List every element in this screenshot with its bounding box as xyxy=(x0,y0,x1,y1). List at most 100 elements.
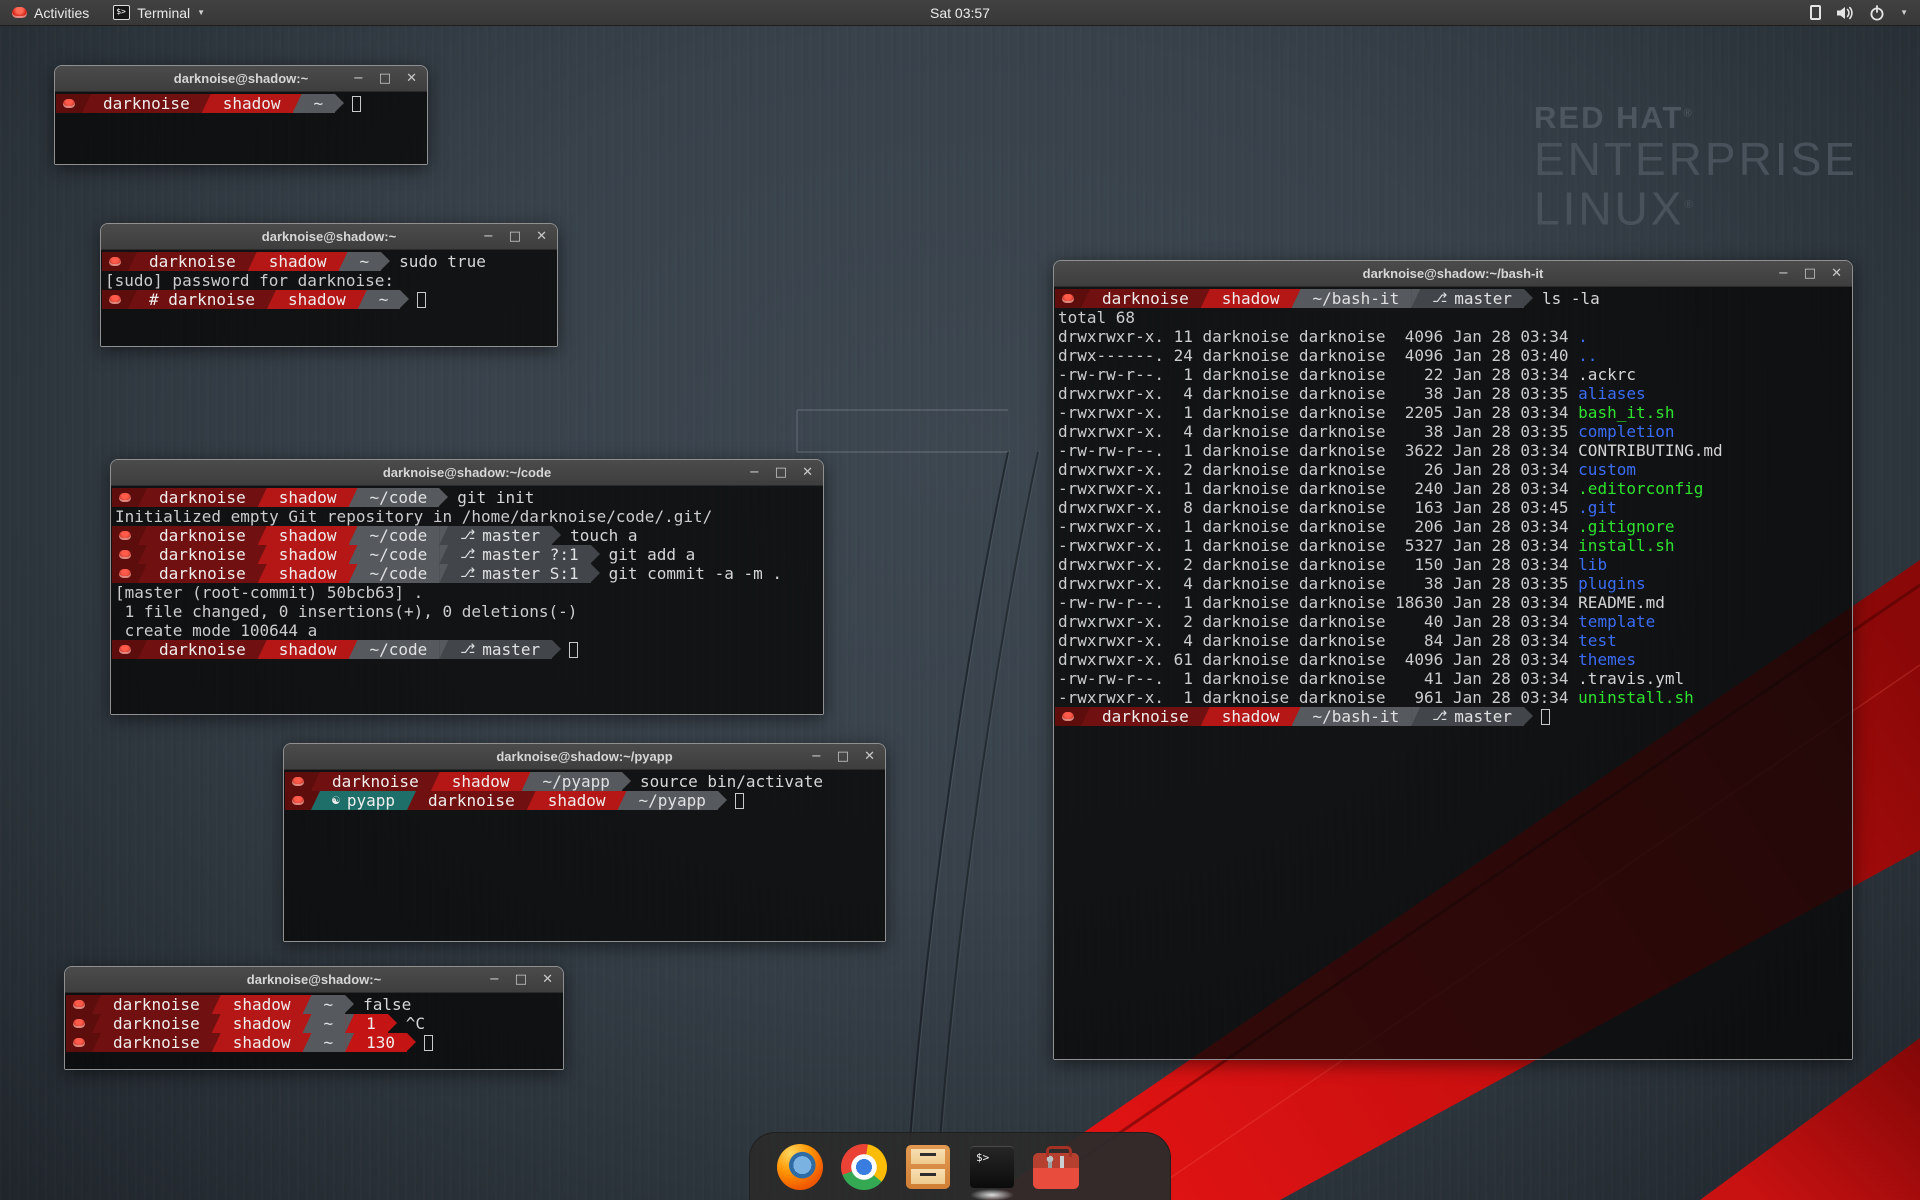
dock-item-toolbox[interactable] xyxy=(1032,1141,1080,1193)
prompt-arrow xyxy=(552,526,561,544)
window-titlebar[interactable]: darknoise@shadow:~/pyapp −□✕ xyxy=(284,744,885,770)
window-titlebar[interactable]: darknoise@shadow:~ − □ ✕ xyxy=(101,224,557,250)
file-name: .travis.yml xyxy=(1578,669,1684,688)
top-bar: Activities $> Terminal ▼ Sat 03:57 ▼ xyxy=(0,0,1920,26)
prompt-line: ☯pyappdarknoiseshadow~/pyapp xyxy=(285,791,885,810)
dock-item-terminal[interactable]: $> xyxy=(968,1141,1016,1193)
prompt-segment-user: darknoise xyxy=(320,772,431,791)
app-menu-label: Terminal xyxy=(137,5,190,21)
files-icon xyxy=(906,1145,950,1189)
prompt-arrow xyxy=(1524,289,1533,307)
prompt-line: darknoiseshadow~130 xyxy=(66,1033,563,1052)
prompt-segment-user: darknoise xyxy=(147,640,258,659)
terminal-text-line: total 68 xyxy=(1055,308,1852,327)
redhat-icon xyxy=(73,1019,85,1028)
redhat-icon xyxy=(63,99,75,108)
prompt-segment-path: ~/bash-it xyxy=(1301,707,1412,726)
terminal-content[interactable]: darknoiseshadow~falsedarknoiseshadow~1^C… xyxy=(65,993,563,1069)
prompt-segment-host: shadow xyxy=(536,791,618,810)
prompt-line: darknoiseshadow~/code⎇master ?:1git add … xyxy=(112,545,823,564)
redhat-logo-icon xyxy=(12,7,27,18)
activities-button[interactable]: Activities xyxy=(0,0,101,25)
powerline-separator xyxy=(303,1014,312,1033)
terminal-window-sudo: darknoise@shadow:~ − □ ✕ darknoiseshadow~s… xyxy=(100,223,558,347)
git-branch-icon: ⎇ xyxy=(460,566,475,581)
system-status-area[interactable]: ▼ xyxy=(1810,0,1908,25)
clock[interactable]: Sat 03:57 xyxy=(930,5,990,21)
close-button[interactable]: ✕ xyxy=(802,466,813,479)
dock-item-files[interactable] xyxy=(904,1141,952,1193)
close-button[interactable]: ✕ xyxy=(542,973,553,986)
prompt-line: darknoiseshadow~1^C xyxy=(66,1014,563,1033)
prompt-segment-host: shadow xyxy=(276,290,358,309)
window-title: darknoise@shadow:~ xyxy=(262,229,396,244)
prompt-segment-path: ~ xyxy=(312,1014,346,1033)
dock-item-firefox[interactable] xyxy=(776,1141,824,1193)
powerline-separator xyxy=(358,290,367,309)
prompt-segment-git: ⎇master xyxy=(1420,289,1524,308)
maximize-button[interactable]: □ xyxy=(837,750,849,763)
maximize-button[interactable]: □ xyxy=(1804,267,1816,280)
prompt-arrow xyxy=(388,1014,397,1032)
logo-line-redhat: RED HAT® xyxy=(1534,100,1858,136)
powerline-separator xyxy=(212,1014,221,1033)
powerline-separator xyxy=(349,488,358,507)
minimize-button[interactable]: − xyxy=(1778,267,1789,280)
close-button[interactable]: ✕ xyxy=(406,72,417,85)
rhel-wallpaper-logo: RED HAT® ENTERPRISE LINUX® xyxy=(1534,100,1858,231)
dock-item-appgrid[interactable] xyxy=(1096,1141,1144,1193)
close-button[interactable]: ✕ xyxy=(864,750,875,763)
maximize-button[interactable]: □ xyxy=(509,230,521,243)
dock-item-chrome[interactable] xyxy=(840,1141,888,1193)
terminal-content[interactable]: darknoiseshadow~/bash-it⎇masterls -latot… xyxy=(1054,287,1852,1059)
terminal-text-line: [sudo] password for darknoise: xyxy=(102,271,557,290)
close-button[interactable]: ✕ xyxy=(536,230,547,243)
prompt-segment-hat xyxy=(112,545,138,564)
maximize-button[interactable]: □ xyxy=(515,973,527,986)
prompt-segment-host: shadow xyxy=(267,526,349,545)
prompt-line: darknoiseshadow~ xyxy=(56,94,427,113)
close-button[interactable]: ✕ xyxy=(1831,267,1842,280)
prompt-segment-venv: ☯pyapp xyxy=(320,791,407,810)
app-menu-terminal[interactable]: $> Terminal ▼ xyxy=(101,0,217,25)
prompt-segment-git: ⎇master S:1 xyxy=(448,564,590,583)
minimize-button[interactable]: − xyxy=(811,750,822,763)
redhat-icon xyxy=(119,550,131,559)
prompt-segment-hat xyxy=(66,1014,92,1033)
minimize-button[interactable]: − xyxy=(353,72,364,85)
minimize-button[interactable]: − xyxy=(489,973,500,986)
battery-icon xyxy=(1810,5,1821,20)
maximize-button[interactable]: □ xyxy=(775,466,787,479)
window-titlebar[interactable]: darknoise@shadow:~/bash-it −□✕ xyxy=(1054,261,1852,287)
window-titlebar[interactable]: darknoise@shadow:~/code −□✕ xyxy=(111,460,823,486)
prompt-segment-git: ⎇master xyxy=(448,526,552,545)
terminal-icon: $> xyxy=(970,1146,1014,1188)
command-text: ^C xyxy=(406,1014,425,1033)
ls-row: drwxrwxr-x. 61 darknoise darknoise 4096 … xyxy=(1055,650,1852,669)
terminal-content[interactable]: darknoiseshadow~/codegit initInitialized… xyxy=(111,486,823,714)
window-titlebar[interactable]: darknoise@shadow:~ −□✕ xyxy=(55,66,427,92)
command-text: touch a xyxy=(570,526,637,545)
command-text: source bin/activate xyxy=(640,772,823,791)
git-branch-icon: ⎇ xyxy=(1432,709,1447,724)
prompt-segment-path: ~ xyxy=(302,94,336,113)
powerline-separator xyxy=(1201,289,1210,308)
window-titlebar[interactable]: darknoise@shadow:~ −□✕ xyxy=(65,967,563,993)
terminal-content[interactable]: darknoiseshadow~/pyappsource bin/activat… xyxy=(284,770,885,941)
powerline-separator xyxy=(138,640,147,659)
minimize-button[interactable]: − xyxy=(483,230,494,243)
prompt-segment-hat xyxy=(102,252,128,271)
ls-row: -rw-rw-r--. 1 darknoise darknoise 3622 J… xyxy=(1055,441,1852,460)
prompt-arrow xyxy=(345,995,354,1013)
prompt-segment-hat xyxy=(112,640,138,659)
prompt-line: darknoiseshadow~/code⎇master S:1git comm… xyxy=(112,564,823,583)
terminal-content[interactable]: darknoiseshadow~ xyxy=(55,92,427,164)
terminal-content[interactable]: darknoiseshadow~sudo true[sudo] password… xyxy=(101,250,557,346)
terminal-cursor xyxy=(417,292,426,308)
terminal-cursor xyxy=(352,96,361,112)
prompt-segment-host: shadow xyxy=(267,488,349,507)
ls-row: drwxrwxr-x. 8 darknoise darknoise 163 Ja… xyxy=(1055,498,1852,517)
maximize-button[interactable]: □ xyxy=(379,72,391,85)
minimize-button[interactable]: − xyxy=(749,466,760,479)
redhat-icon xyxy=(1062,712,1074,721)
